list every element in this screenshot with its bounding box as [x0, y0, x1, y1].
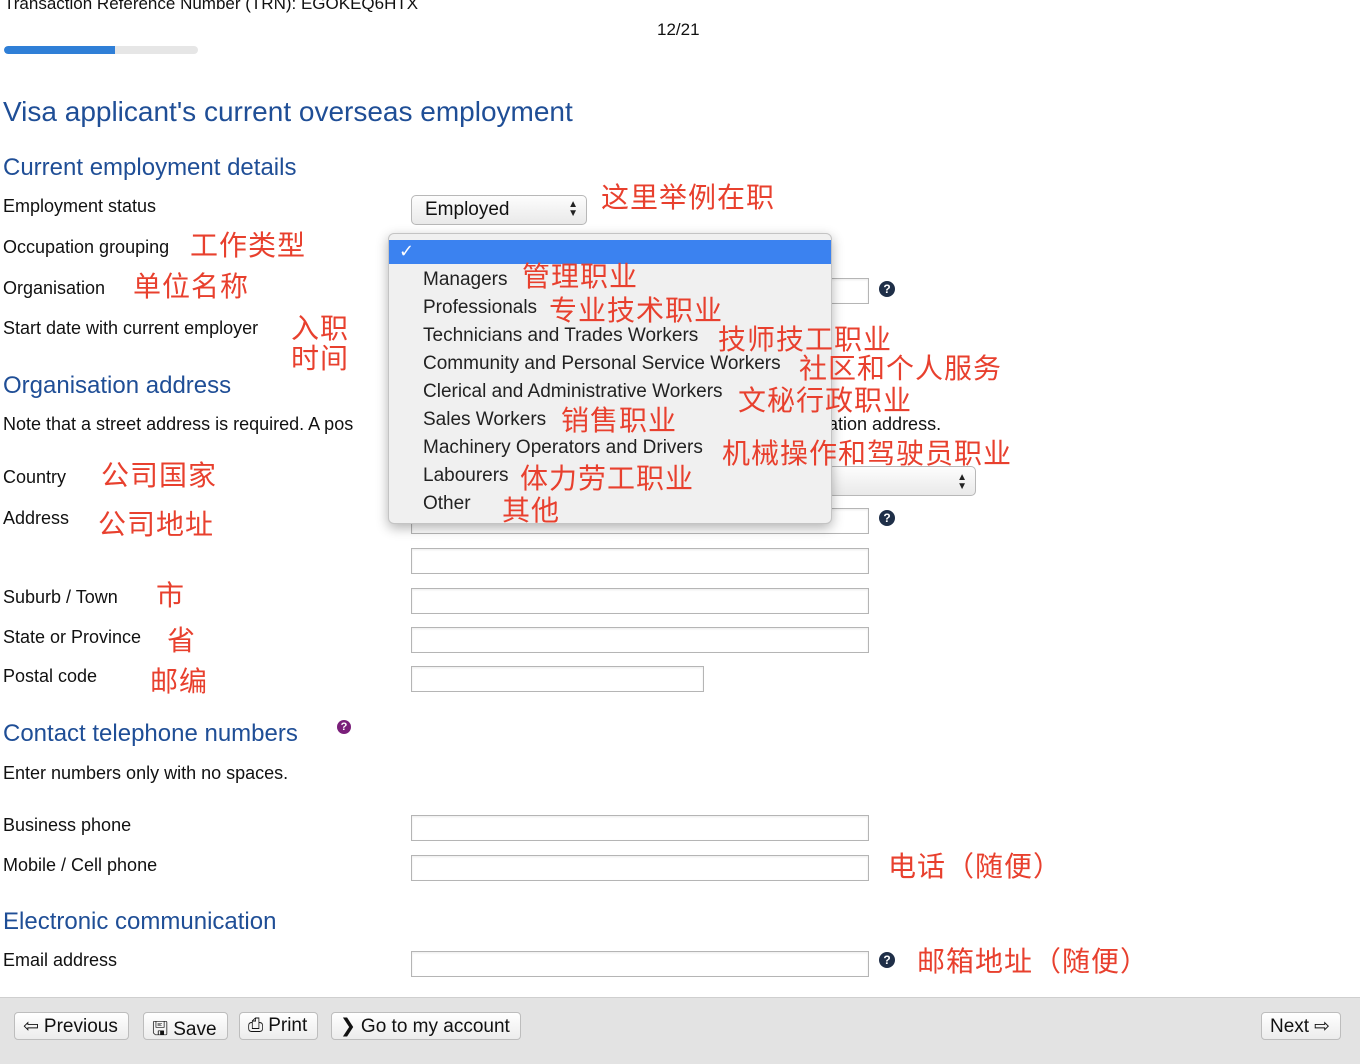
suburb-input[interactable] — [411, 588, 869, 614]
organisation-help-icon[interactable]: ? — [879, 281, 895, 297]
mobile-phone-label: Mobile / Cell phone — [3, 855, 158, 875]
start-date-label: Start date with current employer — [3, 318, 259, 338]
business-phone-input[interactable] — [411, 815, 869, 841]
print-label: Print — [268, 1015, 308, 1036]
occupation-option-managers[interactable]: Managers — [423, 269, 508, 291]
email-label: Email address — [3, 950, 118, 970]
annotation-other: 其他 — [502, 494, 561, 527]
email-help-icon[interactable]: ? — [879, 952, 895, 968]
annotation-clerical: 文秘行政职业 — [738, 384, 913, 417]
progress-bar — [4, 46, 198, 54]
annotation-organisation: 单位名称 — [133, 270, 250, 303]
occupation-option-other[interactable]: Other — [423, 493, 471, 515]
electronic-heading: Electronic communication — [3, 908, 277, 935]
annotation-status: 这里举例在职 — [601, 181, 776, 214]
annotation-country: 公司国家 — [101, 459, 218, 492]
previous-label: Previous — [43, 1016, 118, 1037]
annotation-machinery: 机械操作和驾驶员职业 — [722, 437, 1013, 470]
annotation-occupation: 工作类型 — [190, 229, 307, 262]
floppy-disk-icon: 🖫 — [152, 1019, 169, 1040]
address-line2-input[interactable] — [411, 548, 869, 574]
organisation-input[interactable] — [828, 278, 869, 304]
go-to-account-button[interactable]: ❯ Go to my account — [331, 1012, 521, 1040]
trn-text: Transaction Reference Number (TRN): EGOK… — [4, 0, 419, 13]
country-select-arrows-icon: ▲ ▼ — [957, 472, 967, 492]
annotation-email: 邮箱地址（随便） — [917, 945, 1150, 978]
postal-label: Postal code — [3, 666, 98, 686]
next-button[interactable]: Next ⇨ — [1261, 1012, 1341, 1040]
org-address-note: Note that a street address is required. … — [3, 414, 354, 434]
save-label: Save — [173, 1019, 217, 1040]
chevron-right-icon: ❯ — [340, 1016, 356, 1037]
annotation-phone: 电话（随便） — [888, 850, 1063, 883]
save-button[interactable]: 🖫 Save — [143, 1012, 228, 1040]
contact-help-icon[interactable]: ? — [337, 720, 351, 734]
print-button[interactable]: ⎙ Print — [239, 1012, 319, 1040]
page-title: Visa applicant's current overseas employ… — [3, 96, 573, 127]
country-label: Country — [3, 467, 67, 487]
annotation-professionals: 专业技术职业 — [549, 294, 724, 327]
employment-heading: Current employment details — [3, 154, 297, 181]
address-help-icon[interactable]: ? — [879, 510, 895, 526]
business-phone-label: Business phone — [3, 815, 132, 835]
annotation-postal: 邮编 — [150, 665, 209, 698]
annotation-sales: 销售职业 — [561, 404, 678, 437]
arrow-right-icon: ⇨ — [1314, 1016, 1330, 1037]
checkmark-icon: ✓ — [399, 241, 415, 261]
org-address-heading: Organisation address — [3, 372, 232, 399]
contact-heading: Contact telephone numbers — [3, 720, 298, 747]
suburb-label: Suburb / Town — [3, 587, 118, 607]
state-input[interactable] — [411, 627, 869, 653]
progress-fill — [4, 46, 115, 54]
email-input[interactable] — [411, 951, 869, 977]
occupation-option-machinery[interactable]: Machinery Operators and Drivers — [423, 437, 703, 459]
occupation-option-professionals[interactable]: Professionals — [423, 297, 537, 319]
address-label: Address — [3, 508, 70, 528]
organisation-label: Organisation — [3, 278, 106, 298]
employment-status-select[interactable]: Employed ▲ ▼ — [411, 195, 587, 225]
select-arrows-icon: ▲ ▼ — [568, 199, 578, 219]
annotation-address: 公司地址 — [98, 508, 215, 541]
account-label: Go to my account — [360, 1016, 510, 1037]
occupation-option-labourers[interactable]: Labourers — [423, 465, 509, 487]
occupation-option-sales[interactable]: Sales Workers — [423, 409, 546, 431]
annotation-state: 省 — [167, 624, 197, 657]
employment-status-value: Employed — [425, 199, 510, 220]
mobile-phone-input[interactable] — [411, 855, 869, 881]
annotation-start-date-2: 时间 — [291, 342, 350, 375]
next-label: Next — [1270, 1016, 1310, 1037]
state-label: State or Province — [3, 627, 142, 647]
contact-note: Enter numbers only with no spaces. — [3, 763, 289, 783]
employment-status-label: Employment status — [3, 196, 157, 216]
arrow-left-icon: ⇦ — [23, 1016, 39, 1037]
occupation-label: Occupation grouping — [3, 237, 170, 257]
page-indicator: 12/21 — [657, 20, 700, 39]
annotation-suburb: 市 — [156, 579, 186, 612]
printer-icon: ⎙ — [248, 1015, 264, 1036]
previous-button[interactable]: ⇦ Previous — [14, 1012, 129, 1040]
postal-input[interactable] — [411, 666, 704, 692]
